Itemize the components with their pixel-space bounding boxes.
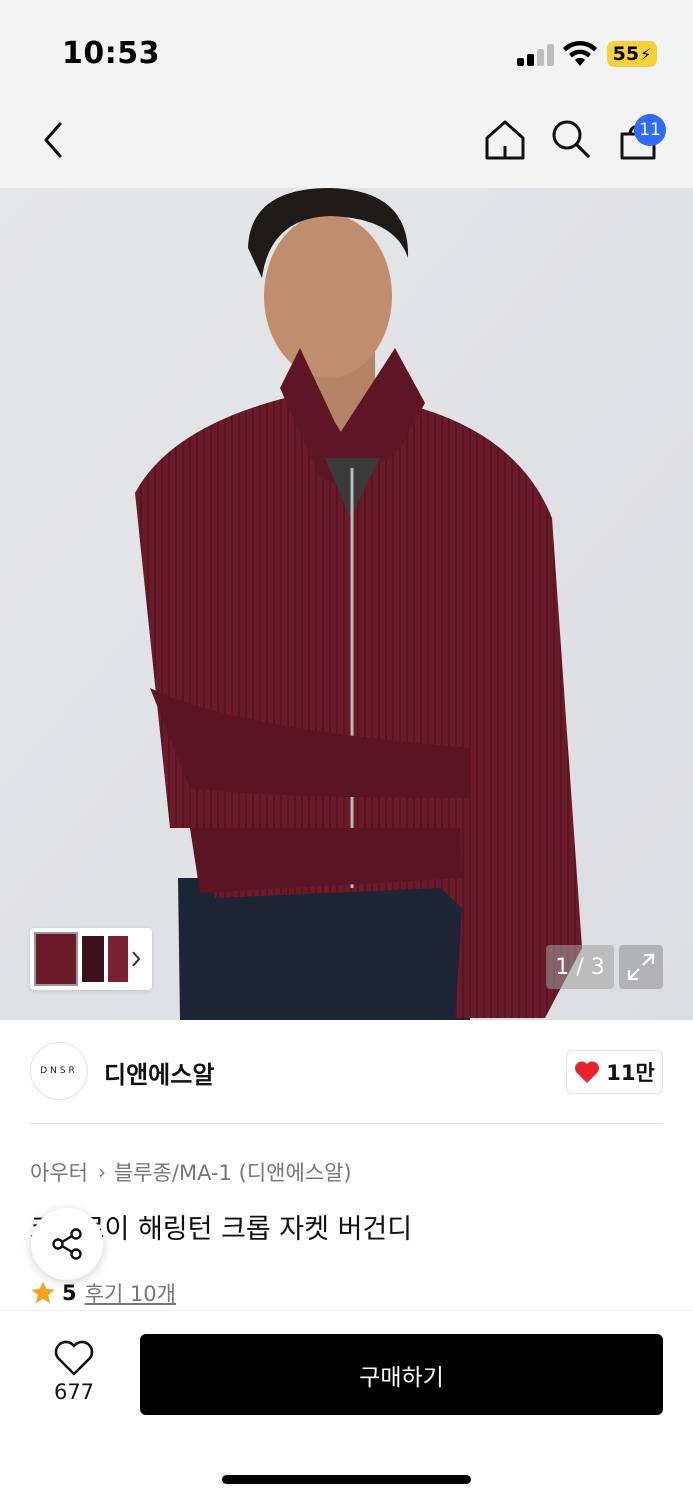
chevron-right-icon: › (97, 1160, 106, 1184)
breadcrumb-subcategory[interactable]: 블루종/MA-1 (디앤에스알) (114, 1157, 352, 1187)
brand-like-count: 11만 (606, 1061, 655, 1085)
product-photo (0, 188, 693, 1020)
status-time: 10:53 (62, 36, 160, 71)
brand-logo[interactable]: DNSR (30, 1042, 88, 1100)
search-icon[interactable] (550, 118, 592, 160)
chevron-right-icon[interactable] (130, 950, 142, 968)
cart-count-badge: 11 (634, 114, 666, 146)
brand-name[interactable]: 디앤에스알 (104, 1055, 214, 1090)
battery-level: 55 (612, 43, 640, 65)
expand-icon (627, 953, 655, 981)
share-button[interactable] (31, 1208, 103, 1280)
status-bar: 10:53 55 ⚡ (0, 0, 693, 100)
cellular-signal-icon (517, 44, 555, 66)
divider (30, 1123, 663, 1124)
star-icon (31, 1281, 55, 1304)
thumbnail-2[interactable] (82, 936, 104, 982)
wifi-icon (563, 40, 597, 66)
product-image[interactable] (0, 188, 693, 1020)
breadcrumb: 아우터 › 블루종/MA-1 (디앤에스알) (30, 1157, 352, 1187)
battery-indicator: 55 ⚡ (607, 41, 657, 67)
chevron-left-icon[interactable] (38, 120, 68, 160)
thumbnail-3[interactable] (108, 936, 128, 982)
wishlist-count: 677 (53, 1380, 95, 1404)
charging-icon: ⚡ (640, 44, 652, 64)
rating-row: 5 후기 10개 (30, 1278, 176, 1308)
buy-button[interactable]: 구매하기 (140, 1334, 663, 1415)
breadcrumb-category[interactable]: 아우터 (30, 1157, 88, 1187)
rating-score: 5 (62, 1281, 77, 1305)
image-page-indicator: 1 / 3 (546, 945, 614, 989)
share-icon (52, 1228, 82, 1260)
brand-like-button[interactable]: 11만 (566, 1050, 663, 1094)
review-count-link[interactable]: 후기 10개 (85, 1278, 176, 1308)
home-indicator (222, 1475, 471, 1484)
expand-button[interactable] (619, 945, 663, 989)
heart-filled-icon (575, 1061, 600, 1083)
heart-outline-icon[interactable] (44, 1338, 104, 1378)
thumbnail-1[interactable] (34, 932, 78, 986)
image-thumbnail-strip[interactable] (30, 928, 152, 990)
home-icon[interactable] (483, 118, 527, 162)
